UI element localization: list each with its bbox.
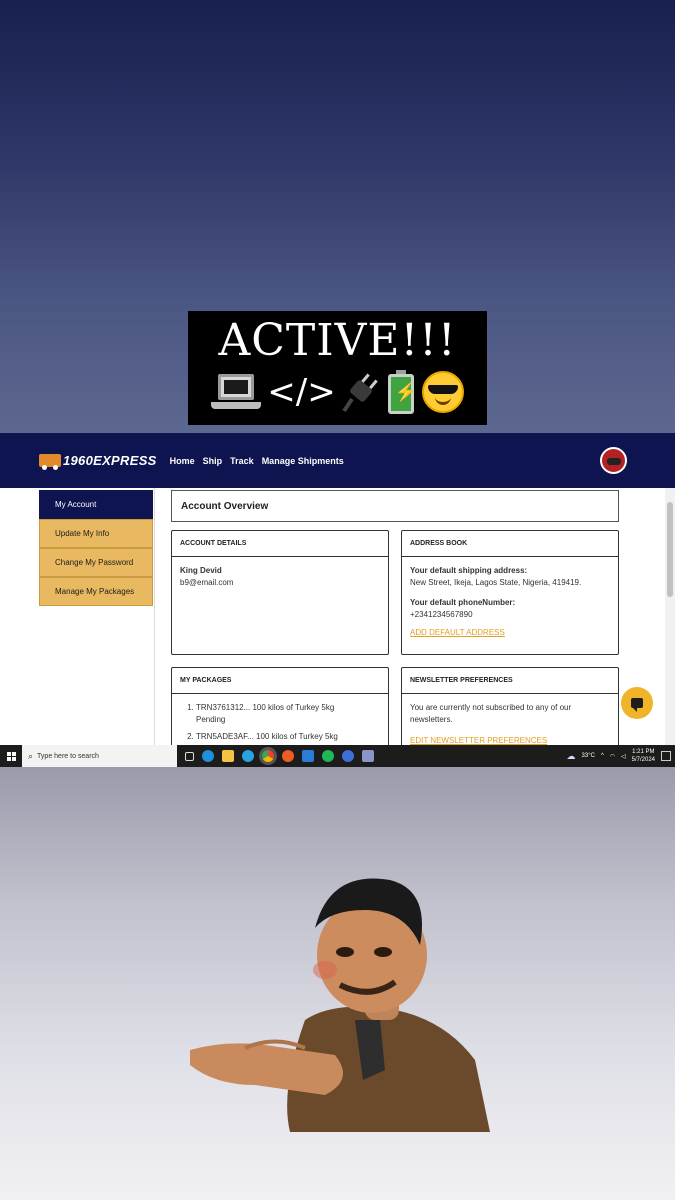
notes-icon[interactable] [362, 750, 374, 762]
banner-title: ACTIVE!!! [218, 315, 457, 366]
nav-manage-shipments[interactable]: Manage Shipments [262, 456, 344, 466]
chat-icon [631, 698, 643, 712]
chrome-icon[interactable] [262, 750, 274, 762]
package-status: Pending [196, 715, 226, 724]
task-view-icon[interactable] [185, 751, 194, 761]
vscode-icon[interactable] [302, 750, 314, 762]
main-content: My Account Update My Info Change My Pass… [0, 488, 675, 745]
account-name: King Devid [180, 566, 222, 575]
chat-button[interactable] [621, 687, 653, 719]
address-book-card: ADDRESS BOOK Your default shipping addre… [401, 530, 619, 655]
3d-avatar-illustration [190, 878, 490, 1132]
list-item[interactable]: TRN3761312... 100 kilos of Turkey 5kg Pe… [196, 702, 380, 726]
newsletter-heading: NEWSLETTER PREFERENCES [402, 668, 618, 694]
edit-newsletter-link[interactable]: EDIT NEWSLETTER PREFERENCES [410, 735, 610, 745]
sidebar-item-change-password[interactable]: Change My Password [39, 548, 153, 577]
shipping-address-value: New Street, Ikeja, Lagos State, Nigeria,… [410, 578, 582, 587]
spotify-icon[interactable] [322, 750, 334, 762]
nav-home[interactable]: Home [170, 456, 195, 466]
chevron-up-icon[interactable]: ^ [601, 753, 604, 759]
taskbar-search-placeholder: Type here to search [37, 752, 99, 760]
weather-icon: ☁ [566, 750, 576, 761]
sidebar-divider [154, 488, 155, 745]
windows-icon[interactable] [0, 745, 22, 767]
windows-taskbar: ⌕ Type here to search ☁ 33°C ^ ◠ ◁ 1:21 … [0, 745, 675, 767]
shipping-address-label: Your default shipping address: [410, 566, 528, 575]
active-banner: ACTIVE!!! </> ⚡ [188, 311, 487, 425]
wifi-icon[interactable]: ◠ [610, 753, 615, 760]
taskbar-clock[interactable]: 1:21 PM 5/7/2024 [632, 748, 655, 764]
search-icon: ⌕ [28, 750, 34, 761]
battery-icon: ⚡ [386, 370, 417, 414]
scroll-thumb[interactable] [667, 502, 673, 597]
postman-icon[interactable] [282, 750, 294, 762]
account-details-card: ACCOUNT DETAILS King Devid b9@email.com [171, 530, 389, 655]
page-scrollbar[interactable] [665, 488, 675, 745]
newsletter-card: NEWSLETTER PREFERENCES You are currently… [401, 667, 619, 745]
my-packages-card: MY PACKAGES TRN3761312... 100 kilos of T… [171, 667, 389, 745]
taskbar-apps [185, 750, 374, 762]
package-description: TRN5ADE3AF... 100 kilos of Turkey 5kg [196, 732, 338, 741]
user-avatar[interactable] [600, 447, 627, 474]
file-explorer-icon[interactable] [222, 750, 234, 762]
packages-list: TRN3761312... 100 kilos of Turkey 5kg Pe… [180, 702, 380, 743]
truck-icon [39, 454, 61, 470]
list-item[interactable]: TRN5ADE3AF... 100 kilos of Turkey 5kg [196, 731, 380, 743]
account-sidebar: My Account Update My Info Change My Pass… [39, 490, 153, 606]
address-book-heading: ADDRESS BOOK [402, 531, 618, 557]
add-default-address-link[interactable]: ADD DEFAULT ADDRESS [410, 627, 610, 639]
nav-ship[interactable]: Ship [203, 456, 223, 466]
logo[interactable]: 1960EXPRESS [39, 453, 157, 470]
clock-time: 1:21 PM [632, 749, 655, 755]
edge-icon[interactable] [202, 750, 214, 762]
account-details-heading: ACCOUNT DETAILS [172, 531, 388, 557]
laptop-icon [211, 372, 262, 412]
newsletter-text: You are currently not subscribed to any … [410, 703, 572, 724]
notification-icon[interactable] [661, 751, 671, 761]
sidebar-item-update-info[interactable]: Update My Info [39, 519, 153, 548]
code-tag-text: </> [267, 372, 336, 412]
plug-icon [342, 373, 378, 413]
telegram-icon[interactable] [242, 750, 254, 762]
logo-text: 1960EXPRESS [63, 453, 157, 468]
clock-date: 5/7/2024 [631, 757, 655, 763]
nav-track[interactable]: Track [230, 456, 254, 466]
volume-icon[interactable]: ◁ [621, 753, 626, 760]
sunglasses-face-icon [421, 371, 464, 413]
sidebar-item-my-account[interactable]: My Account [39, 490, 153, 519]
account-overview-title: Account Overview [171, 490, 619, 522]
taskbar-search[interactable]: ⌕ Type here to search [22, 745, 177, 767]
app-icon[interactable] [342, 750, 354, 762]
banner-emoji-row: </> ⚡ [188, 367, 487, 417]
navbar: 1960EXPRESS Home Ship Track Manage Shipm… [0, 433, 675, 488]
my-packages-heading: MY PACKAGES [172, 668, 388, 694]
sidebar-item-manage-packages[interactable]: Manage My Packages [39, 577, 153, 606]
package-description: TRN3761312... 100 kilos of Turkey 5kg [196, 703, 335, 712]
weather-temp[interactable]: 33°C [582, 753, 595, 759]
phone-value: +2341234567890 [410, 610, 473, 619]
account-email: b9@email.com [180, 578, 234, 587]
nav-links: Home Ship Track Manage Shipments [170, 456, 344, 466]
phone-label: Your default phoneNumber: [410, 598, 516, 607]
system-tray: ☁ 33°C ^ ◠ ◁ 1:21 PM 5/7/2024 [567, 748, 675, 764]
